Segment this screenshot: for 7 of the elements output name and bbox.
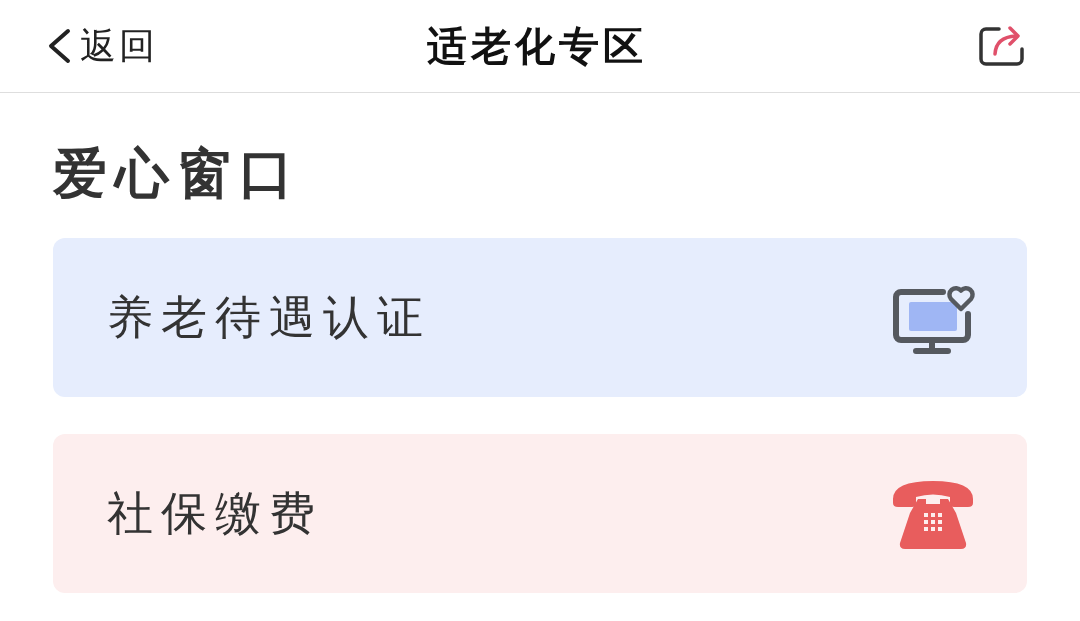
chevron-left-icon (46, 28, 72, 64)
page-title: 适老化专区 (426, 21, 647, 71)
section-title: 爱心窗口 (53, 145, 302, 203)
service-card[interactable]: 养老待遇认证 (53, 238, 1027, 397)
back-button[interactable]: 返回 (46, 21, 158, 71)
share-icon[interactable] (977, 24, 1027, 68)
service-card[interactable]: 社保缴费 (53, 434, 1027, 593)
